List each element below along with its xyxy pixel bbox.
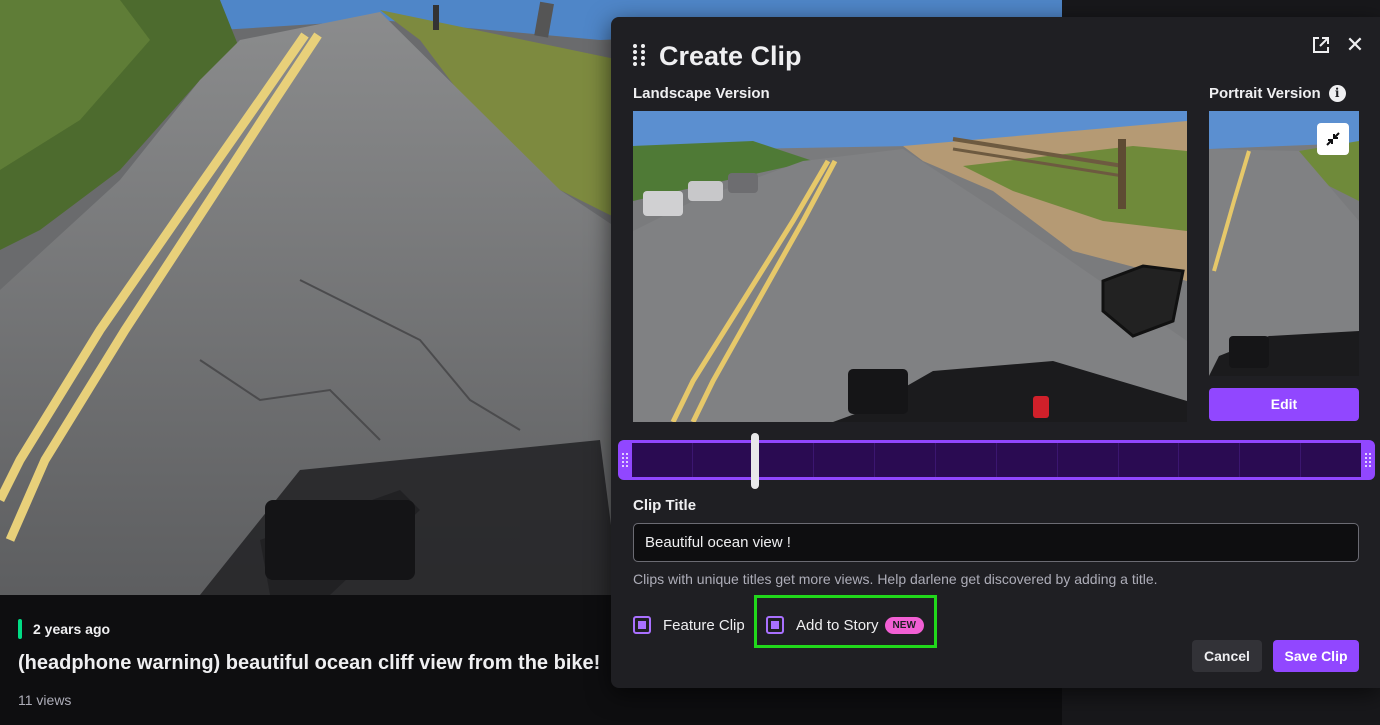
modal-title: Create Clip <box>659 40 802 71</box>
collapse-icon <box>1326 132 1340 146</box>
video-age-text: 2 years ago <box>33 621 111 637</box>
portrait-label-row: Portrait Version i <box>1209 85 1346 102</box>
edit-portrait-button[interactable]: Edit <box>1209 388 1359 421</box>
timeline-right-handle[interactable] <box>1365 453 1371 467</box>
landscape-preview[interactable] <box>633 111 1187 422</box>
landscape-preview-image <box>633 111 1187 422</box>
collapse-button[interactable] <box>1317 123 1349 155</box>
create-clip-modal: Create Clip ✕ Landscape Version Portrait… <box>611 17 1380 688</box>
clip-title-input[interactable] <box>633 523 1359 562</box>
popout-icon[interactable] <box>1311 35 1331 55</box>
video-age: 2 years ago <box>18 619 110 639</box>
timeline-track[interactable] <box>632 443 1361 477</box>
portrait-preview[interactable] <box>1209 111 1359 376</box>
landscape-label: Landscape Version <box>633 85 770 102</box>
info-icon[interactable]: i <box>1328 85 1346 102</box>
feature-clip-checkbox[interactable] <box>633 616 651 634</box>
add-to-story-option[interactable]: Add to Story NEW <box>766 613 924 637</box>
age-indicator <box>18 619 22 639</box>
feature-clip-option[interactable]: Feature Clip <box>633 613 745 637</box>
clip-title-label: Clip Title <box>633 497 697 514</box>
add-to-story-checkbox[interactable] <box>766 616 784 634</box>
close-icon[interactable]: ✕ <box>1345 34 1365 56</box>
save-clip-button[interactable]: Save Clip <box>1273 640 1359 672</box>
feature-clip-label: Feature Clip <box>663 616 745 634</box>
modal-header: Create Clip <box>633 39 802 73</box>
video-title: (headphone warning) beautiful ocean clif… <box>18 652 601 674</box>
timeline-left-handle[interactable] <box>622 453 628 467</box>
portrait-label: Portrait Version <box>1209 85 1321 102</box>
timeline-playhead[interactable] <box>751 433 759 489</box>
add-to-story-label: Add to Story <box>796 616 879 634</box>
clip-timeline[interactable] <box>618 433 1375 489</box>
drag-handle-icon[interactable] <box>633 44 647 68</box>
new-badge: NEW <box>884 616 924 634</box>
app-root: 2 years ago (headphone warning) beautifu… <box>0 0 1380 725</box>
cancel-button[interactable]: Cancel <box>1192 640 1262 672</box>
clip-title-hint: Clips with unique titles get more views.… <box>633 571 1158 587</box>
video-views: 11 views <box>18 692 72 708</box>
